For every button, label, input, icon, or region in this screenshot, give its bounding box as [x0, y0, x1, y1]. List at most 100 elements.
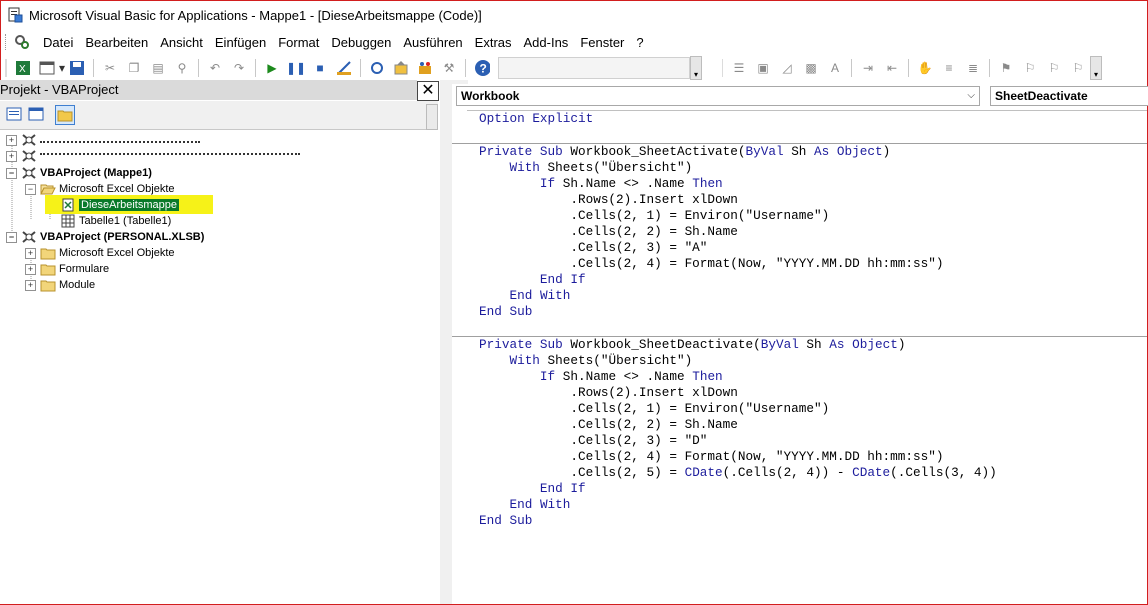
- save-icon[interactable]: [69, 60, 85, 76]
- code-editor[interactable]: Option Explicit Private Sub Workbook_Shee…: [452, 111, 1147, 601]
- cut-icon[interactable]: ✂: [102, 60, 118, 76]
- close-icon[interactable]: ✕: [417, 81, 439, 101]
- list-constants-icon[interactable]: ▣: [755, 60, 771, 76]
- project-explorer-icon[interactable]: [369, 60, 385, 76]
- tree-item-obscured[interactable]: +: [6, 148, 300, 164]
- excel-icon[interactable]: X: [15, 60, 31, 76]
- find-icon[interactable]: ⚲: [174, 60, 190, 76]
- run-icon[interactable]: ▶: [264, 60, 280, 76]
- code-line[interactable]: With Sheets("Übersicht"): [479, 160, 1147, 176]
- menu-ansicht[interactable]: Ansicht: [154, 35, 209, 50]
- code-line[interactable]: End If: [479, 272, 1147, 288]
- code-line[interactable]: End If: [479, 481, 1147, 497]
- tree-item-vbaproject-mappe1[interactable]: − VBAProject (Mappe1): [6, 165, 152, 181]
- project-toolbar-scroll[interactable]: [426, 104, 438, 130]
- gear-icon[interactable]: [13, 33, 31, 51]
- expand-icon[interactable]: +: [6, 150, 17, 162]
- help-icon[interactable]: ?: [474, 60, 490, 76]
- code-line[interactable]: If Sh.Name <> .Name Then: [479, 176, 1147, 192]
- code-line[interactable]: .Cells(2, 1) = Environ("Username"): [479, 401, 1147, 417]
- menu-fenster[interactable]: Fenster: [574, 35, 630, 50]
- redo-icon[interactable]: ↷: [231, 60, 247, 76]
- properties-window-icon[interactable]: [393, 60, 409, 76]
- toggle-folders-icon[interactable]: [55, 105, 75, 125]
- design-mode-icon[interactable]: [336, 60, 352, 76]
- code-line[interactable]: .Cells(2, 5) = CDate(.Cells(2, 4)) - CDa…: [479, 465, 1147, 481]
- tree-item-formulare[interactable]: + Formulare: [25, 261, 109, 277]
- procedure-combo[interactable]: SheetDeactivate: [990, 86, 1148, 106]
- code-line[interactable]: With Sheets("Übersicht"): [479, 353, 1147, 369]
- menu-bearbeiten[interactable]: Bearbeiten: [79, 35, 154, 50]
- expand-icon[interactable]: +: [6, 134, 17, 146]
- previous-bookmark-icon[interactable]: ⚐: [1046, 60, 1062, 76]
- complete-word-icon[interactable]: A: [827, 60, 843, 76]
- code-line[interactable]: End With: [479, 497, 1147, 513]
- collapse-icon[interactable]: −: [25, 183, 36, 195]
- expand-icon[interactable]: +: [25, 263, 36, 275]
- code-line[interactable]: .Cells(2, 4) = Format(Now, "YYYY.MM.DD h…: [479, 256, 1147, 272]
- copy-icon[interactable]: ❐: [126, 60, 142, 76]
- collapse-icon[interactable]: −: [6, 167, 17, 179]
- toolbar-overflow-button[interactable]: ▾: [1090, 56, 1102, 80]
- chevron-down-icon[interactable]: ⌵: [967, 87, 975, 105]
- collapse-icon[interactable]: −: [6, 231, 17, 243]
- undo-icon[interactable]: ↶: [207, 60, 223, 76]
- list-properties-icon[interactable]: ☰: [731, 60, 747, 76]
- toolbar-overflow-button[interactable]: ▾: [690, 56, 702, 80]
- tree-item-tabelle1[interactable]: Tabelle1 (Tabelle1): [60, 213, 171, 229]
- dropdown-arrow-icon[interactable]: ▾: [59, 60, 65, 76]
- comment-block-icon[interactable]: ≡: [941, 60, 957, 76]
- menu-debuggen[interactable]: Debuggen: [325, 35, 397, 50]
- code-line[interactable]: .Cells(2, 4) = Format(Now, "YYYY.MM.DD h…: [479, 449, 1147, 465]
- tree-item-excel-objects-personal[interactable]: + Microsoft Excel Objekte: [25, 245, 175, 261]
- menu-ausfuehren[interactable]: Ausführen: [397, 35, 468, 50]
- code-line[interactable]: Private Sub Workbook_SheetActivate(ByVal…: [479, 144, 1147, 160]
- code-line[interactable]: Option Explicit: [479, 111, 1147, 127]
- code-line[interactable]: End Sub: [479, 304, 1147, 320]
- code-line[interactable]: [479, 320, 1147, 336]
- toolbar-search-box[interactable]: [498, 57, 690, 79]
- stop-icon[interactable]: ■: [312, 60, 328, 76]
- code-line[interactable]: .Cells(2, 2) = Sh.Name: [479, 417, 1147, 433]
- insert-userform-icon[interactable]: [39, 60, 55, 76]
- menu-format[interactable]: Format: [272, 35, 325, 50]
- outdent-icon[interactable]: ⇤: [884, 60, 900, 76]
- menu-einfuegen[interactable]: Einfügen: [209, 35, 272, 50]
- code-line[interactable]: If Sh.Name <> .Name Then: [479, 369, 1147, 385]
- code-line[interactable]: End Sub: [479, 513, 1147, 529]
- code-line[interactable]: .Cells(2, 3) = "A": [479, 240, 1147, 256]
- indent-icon[interactable]: ⇥: [860, 60, 876, 76]
- tree-item-vbaproject-personal[interactable]: − VBAProject (PERSONAL.XLSB): [6, 229, 204, 245]
- code-line[interactable]: End With: [479, 288, 1147, 304]
- menu-add-ins[interactable]: Add-Ins: [518, 35, 575, 50]
- paste-icon[interactable]: ▤: [150, 60, 166, 76]
- toolbox-icon[interactable]: ⚒: [441, 60, 457, 76]
- expand-icon[interactable]: +: [25, 279, 36, 291]
- code-line[interactable]: .Cells(2, 3) = "D": [479, 433, 1147, 449]
- code-line[interactable]: .Cells(2, 1) = Environ("Username"): [479, 208, 1147, 224]
- menu-datei[interactable]: Datei: [37, 35, 79, 50]
- tree-item-module[interactable]: + Module: [25, 277, 95, 293]
- menu-extras[interactable]: Extras: [469, 35, 518, 50]
- toggle-breakpoint-icon[interactable]: ✋: [917, 60, 933, 76]
- code-line[interactable]: .Cells(2, 2) = Sh.Name: [479, 224, 1147, 240]
- tree-item-diesearbeitsmappe[interactable]: DieseArbeitsmappe: [60, 197, 179, 213]
- pause-icon[interactable]: ❚❚: [286, 60, 306, 76]
- toggle-bookmark-icon[interactable]: ⚑: [998, 60, 1014, 76]
- code-line[interactable]: .Rows(2).Insert xlDown: [479, 385, 1147, 401]
- object-browser-icon[interactable]: [417, 60, 433, 76]
- next-bookmark-icon[interactable]: ⚐: [1022, 60, 1038, 76]
- tree-item-obscured[interactable]: +: [6, 132, 200, 148]
- parameter-info-icon[interactable]: ▩: [803, 60, 819, 76]
- clear-bookmarks-icon[interactable]: ⚐: [1070, 60, 1086, 76]
- view-code-icon[interactable]: [5, 105, 23, 123]
- uncomment-block-icon[interactable]: ≣: [965, 60, 981, 76]
- menu-help[interactable]: ?: [630, 35, 649, 50]
- code-line[interactable]: .Rows(2).Insert xlDown: [479, 192, 1147, 208]
- code-line[interactable]: Private Sub Workbook_SheetDeactivate(ByV…: [479, 337, 1147, 353]
- view-object-icon[interactable]: [27, 105, 45, 123]
- expand-icon[interactable]: +: [25, 247, 36, 259]
- quick-info-icon[interactable]: ◿: [779, 60, 795, 76]
- code-line[interactable]: [479, 127, 1147, 143]
- object-combo[interactable]: Workbook ⌵: [456, 86, 980, 106]
